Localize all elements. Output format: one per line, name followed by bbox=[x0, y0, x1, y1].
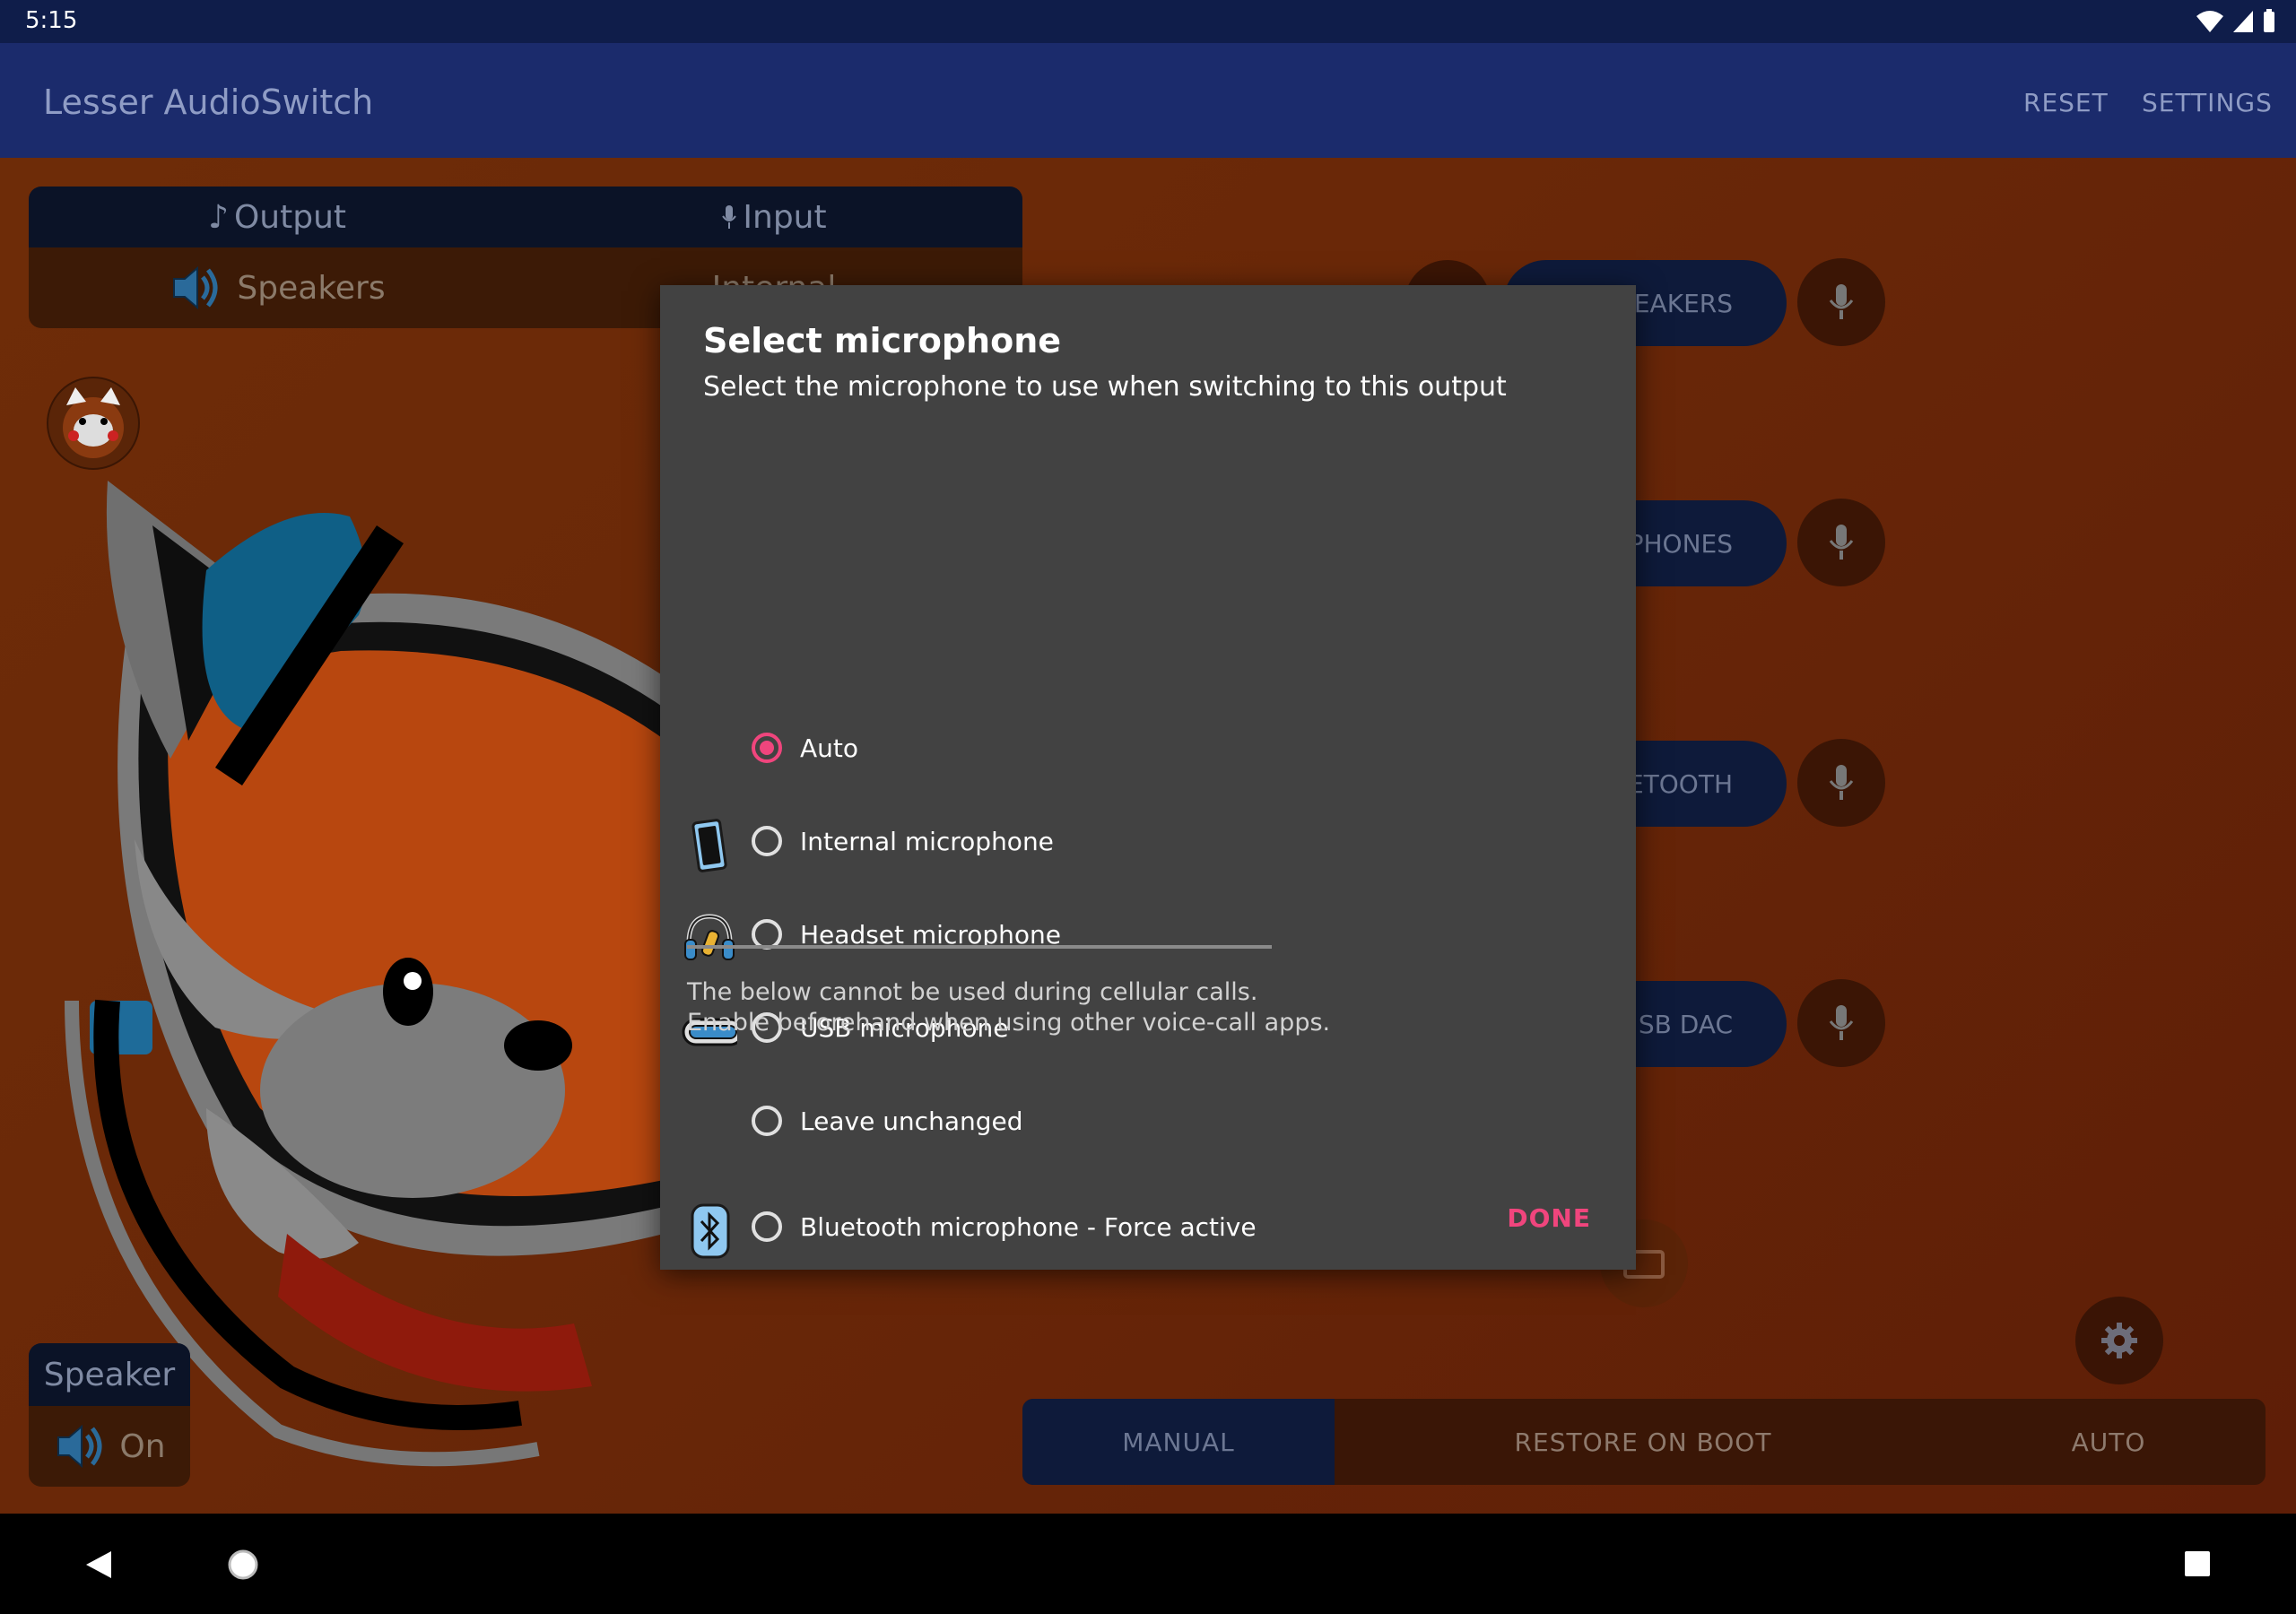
radio-leave-unchanged[interactable] bbox=[752, 1106, 782, 1136]
navigation-bar bbox=[0, 1514, 2296, 1614]
home-icon[interactable] bbox=[226, 1548, 260, 1582]
recents-icon[interactable] bbox=[2183, 1549, 2212, 1578]
select-microphone-dialog: Select microphone Select the microphone … bbox=[660, 285, 1636, 1270]
radio-auto[interactable] bbox=[752, 733, 782, 763]
dialog-divider bbox=[687, 945, 1272, 949]
option-label: Bluetooth microphone - Force active bbox=[800, 1212, 1257, 1242]
radio-internal-microphone[interactable] bbox=[752, 826, 782, 856]
note-line-2: Enable beforehand when using other voice… bbox=[687, 1009, 1331, 1037]
phone-icon bbox=[691, 819, 727, 872]
option-label: Internal microphone bbox=[800, 827, 1054, 856]
dialog-title: Select microphone bbox=[703, 321, 1062, 360]
headset-icon bbox=[684, 914, 735, 960]
dialog-subtitle: Select the microphone to use when switch… bbox=[703, 371, 1507, 403]
option-leave-unchanged[interactable]: Leave unchanged bbox=[660, 1087, 1557, 1158]
option-internal-microphone[interactable]: Internal microphone bbox=[660, 807, 1557, 879]
note-line-1: The below cannot be used during cellular… bbox=[687, 978, 1258, 1006]
radio-bluetooth-microphone[interactable] bbox=[752, 1211, 782, 1242]
bluetooth-note: The below cannot be used during cellular… bbox=[687, 977, 1330, 1038]
option-headset-microphone[interactable]: Headset microphone bbox=[660, 900, 1557, 972]
done-button[interactable]: DONE bbox=[1507, 1203, 1591, 1233]
option-bluetooth-microphone[interactable]: Bluetooth microphone - Force active bbox=[660, 1193, 1557, 1264]
option-label: Leave unchanged bbox=[800, 1106, 1023, 1136]
back-icon[interactable] bbox=[84, 1549, 113, 1580]
option-label: Auto bbox=[800, 733, 859, 763]
option-auto[interactable]: Auto bbox=[660, 714, 1557, 785]
bluetooth-icon bbox=[691, 1203, 730, 1259]
